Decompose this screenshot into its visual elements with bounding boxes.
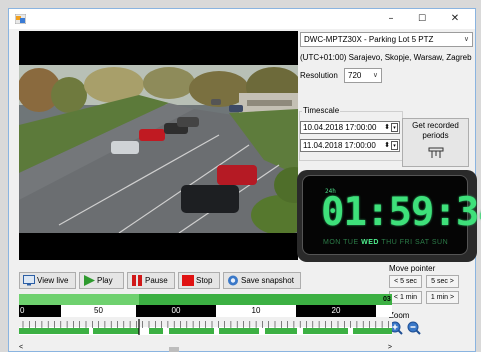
resolution-label: Resolution: [300, 71, 338, 80]
stop-icon: [182, 275, 194, 286]
timeline-scale-label: 20: [296, 305, 376, 317]
pause-label: Pause: [145, 276, 168, 285]
dropdown-icon[interactable]: ▾: [391, 123, 398, 132]
chevron-down-icon: ∨: [372, 72, 378, 79]
camera-select[interactable]: DWC-MPTZ30X - Parking Lot 5 PTZ ∨: [300, 32, 473, 47]
scroll-right-arrow[interactable]: >: [388, 344, 392, 351]
dropdown-icon[interactable]: ▾: [391, 141, 398, 150]
timeline-scrollbar[interactable]: < >: [19, 344, 392, 352]
play-label: Play: [97, 276, 113, 285]
monitor-icon: [23, 275, 35, 286]
start-datetime-value: 10.04.2018 17:00:00: [303, 123, 377, 132]
zoom-label: Zoom: [389, 311, 410, 320]
recorded-bar-light: [19, 294, 139, 305]
pause-icon: [132, 275, 142, 286]
minimize-button[interactable]: –: [378, 11, 404, 27]
camera-icon: [228, 275, 238, 286]
timeline-scale-label: 50: [61, 305, 136, 317]
clock-weekday: WED: [361, 239, 382, 246]
play-button[interactable]: Play: [79, 272, 124, 289]
view-live-button[interactable]: View live: [19, 272, 76, 289]
timeline-track[interactable]: [19, 319, 392, 335]
clock-weekday: SUN: [431, 239, 449, 246]
zoom-out-icon[interactable]: [407, 321, 421, 335]
clock-weekday: THU: [381, 239, 400, 246]
clock-time: 01:59:34: [321, 190, 481, 235]
spin-icon[interactable]: ⬍: [384, 122, 390, 133]
close-button[interactable]: ✕: [442, 11, 468, 27]
timeline-scale: 0 50 00 10 20: [19, 305, 392, 317]
clock-weekday: SAT: [414, 239, 432, 246]
spin-icon[interactable]: ⬍: [384, 140, 390, 151]
clock-weekday: MON: [323, 239, 344, 246]
timescale-label: Timescale: [302, 106, 341, 115]
timeline-scale-label: 10: [216, 305, 296, 317]
chevron-down-icon: ∨: [463, 36, 469, 43]
stop-label: Stop: [196, 276, 213, 285]
calendar-icon: [428, 147, 443, 158]
resolution-select[interactable]: 720 ∨: [344, 68, 382, 83]
back-1-min-button[interactable]: < 1 min: [389, 291, 422, 304]
start-datetime-picker[interactable]: 10.04.2018 17:00:00 ⬍ ▾: [300, 121, 400, 134]
application-window: – ☐ ✕ DWC-MPTZ30X - Parking Lot 5 PTZ ∨ …: [8, 8, 481, 352]
get-recorded-label-line1: Get recorded: [412, 121, 459, 130]
title-bar: – ☐ ✕: [9, 9, 475, 29]
timeline-scale-segment: [376, 305, 392, 317]
timescale-group: Timescale 10.04.2018 17:00:00 ⬍ ▾ 11.04.…: [299, 106, 403, 161]
timeline-scale-label: 00: [136, 305, 216, 317]
clock-display: 24h 01:59:34 MON TUE WED THU FRI SAT SUN: [302, 175, 481, 255]
end-datetime-value: 11.04.2018 17:00:00: [303, 141, 376, 150]
digital-clock: 24h 01:59:34 MON TUE WED THU FRI SAT SUN: [297, 170, 481, 262]
resolution-select-value: 720: [348, 71, 362, 80]
video-player[interactable]: [19, 31, 298, 260]
clock-weekdays: MON TUE WED THU FRI SAT SUN: [323, 239, 448, 246]
camera-select-value: DWC-MPTZ30X - Parking Lot 5 PTZ: [304, 35, 434, 44]
forward-5-sec-button[interactable]: 5 sec >: [426, 275, 459, 288]
save-snapshot-label: Save snapshot: [241, 276, 294, 285]
get-recorded-periods-button[interactable]: Get recorded periods: [402, 118, 469, 167]
timeline-hour-label: 03: [383, 296, 391, 303]
back-5-sec-button[interactable]: < 5 sec: [389, 275, 422, 288]
end-datetime-picker[interactable]: 11.04.2018 17:00:00 ⬍ ▾: [300, 139, 400, 152]
scroll-left-arrow[interactable]: <: [19, 344, 23, 351]
camera-feed-image: [19, 65, 298, 233]
get-recorded-label-line2: periods: [422, 131, 449, 140]
timeline-scale-label: 0: [19, 305, 61, 317]
app-icon: [15, 14, 26, 24]
play-icon: [84, 275, 95, 286]
timezone-label: (UTC+01:00) Sarajevo, Skopje, Warsaw, Za…: [300, 53, 472, 62]
stop-button[interactable]: Stop: [178, 272, 220, 289]
view-live-label: View live: [37, 276, 69, 285]
maximize-button[interactable]: ☐: [409, 11, 435, 27]
scroll-thumb[interactable]: [169, 347, 179, 352]
move-pointer-label: Move pointer: [389, 264, 436, 273]
clock-weekday: FRI: [399, 239, 415, 246]
forward-1-min-button[interactable]: 1 min >: [426, 291, 459, 304]
pause-button[interactable]: Pause: [127, 272, 175, 289]
clock-weekday: TUE: [343, 239, 362, 246]
save-snapshot-button[interactable]: Save snapshot: [223, 272, 301, 289]
